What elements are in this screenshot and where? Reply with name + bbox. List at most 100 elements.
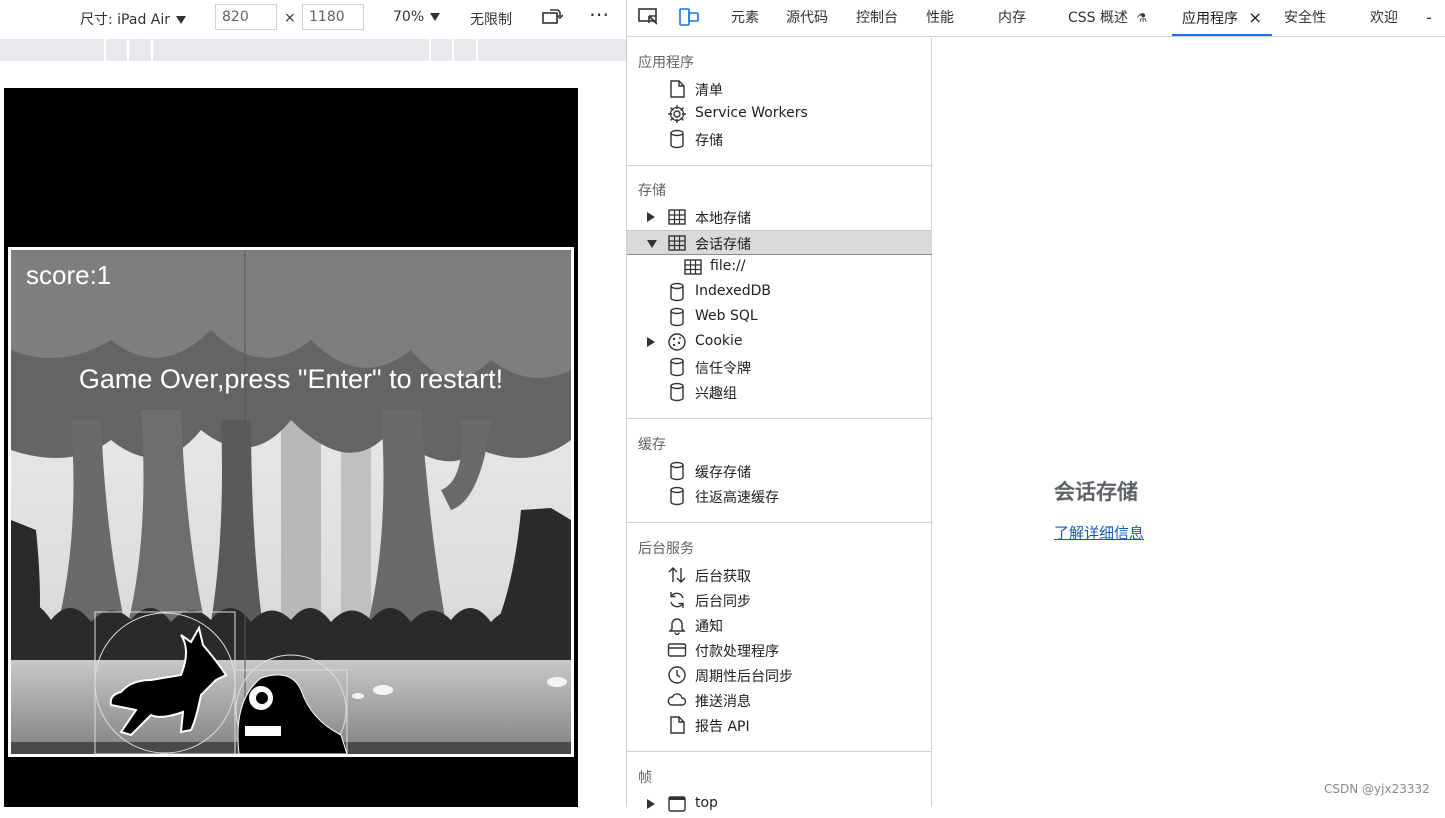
ruler-divider <box>151 39 153 61</box>
ruler-divider <box>476 39 478 61</box>
sidebar-item-label: top <box>695 795 718 811</box>
tab-sources[interactable]: 源代码 <box>786 0 828 36</box>
sidebar-item-interest-groups[interactable]: 兴趣组 <box>627 380 932 405</box>
chevron-down-icon[interactable] <box>647 240 657 248</box>
tab-console[interactable]: 控制台 <box>856 0 898 36</box>
sidebar-item-label: 本地存储 <box>695 211 751 227</box>
sidebar-item-notifications[interactable]: 通知 <box>627 613 932 638</box>
clock-icon <box>667 665 687 685</box>
sidebar-item-label: Cookie <box>695 333 743 349</box>
section-title-frames: 帧 <box>638 770 652 786</box>
section-divider <box>627 751 932 752</box>
sidebar-item-cache-storage[interactable]: 缓存存储 <box>627 459 932 484</box>
application-sidebar: 应用程序 清单 Service Workers 存储 存储 本地存储 会话存储 <box>627 38 932 812</box>
device-dimensions-dropdown[interactable]: 尺寸: iPad Air <box>80 9 187 29</box>
tab-welcome[interactable]: 欢迎 <box>1370 0 1398 36</box>
sidebar-item-periodic-background-sync[interactable]: 周期性后台同步 <box>627 663 932 688</box>
rotate-icon[interactable] <box>541 7 564 31</box>
sidebar-item-session-storage[interactable]: 会话存储 <box>627 230 932 255</box>
chevron-right-icon[interactable] <box>647 337 655 347</box>
sidebar-item-trust-tokens[interactable]: 信任令牌 <box>627 355 932 380</box>
game-canvas[interactable]: score:1 Game Over,press "Enter" to resta… <box>8 247 574 757</box>
device-toolbar: 尺寸: iPad Air 820 × 1180 70% 无限制 ⋯ <box>0 0 626 37</box>
device-dimensions-label: 尺寸: iPad Air <box>80 12 171 28</box>
game-score: score:1 <box>26 260 112 290</box>
section-divider <box>627 522 932 523</box>
throttle-dropdown[interactable]: 无限制 <box>470 9 512 29</box>
zoom-dropdown[interactable]: 70% <box>393 9 441 25</box>
section-divider <box>627 165 932 166</box>
sidebar-item-service-workers[interactable]: Service Workers <box>627 102 932 127</box>
database-icon <box>667 307 687 327</box>
sidebar-item-label: 付款处理程序 <box>695 644 779 660</box>
chevron-right-icon[interactable] <box>647 799 655 809</box>
devtools-panel: 元素 源代码 控制台 性能 内存 CSS 概述 ⚗ 应用程序 × 安全性 欢迎 … <box>626 0 1445 812</box>
frame-icon <box>667 794 687 814</box>
tab-performance[interactable]: 性能 <box>926 0 954 36</box>
sidebar-item-payment-handler[interactable]: 付款处理程序 <box>627 638 932 663</box>
sidebar-item-label: 周期性后台同步 <box>695 669 793 685</box>
sidebar-item-label: file:// <box>710 258 746 274</box>
sidebar-item-label: 后台获取 <box>695 569 751 585</box>
device-toggle-icon[interactable] <box>677 6 703 30</box>
devtools-tab-bar: 元素 源代码 控制台 性能 内存 CSS 概述 ⚗ 应用程序 × 安全性 欢迎 … <box>627 0 1445 37</box>
sidebar-item-label: 后台同步 <box>695 594 751 610</box>
sidebar-item-cookie[interactable]: Cookie <box>627 330 932 355</box>
sidebar-item-frame-top[interactable]: top <box>627 792 932 817</box>
database-icon <box>667 282 687 302</box>
learn-more-link[interactable]: 了解详细信息 <box>1054 522 1144 543</box>
arrows-updown-icon <box>667 565 687 585</box>
game-over-message: Game Over,press "Enter" to restart! <box>78 364 504 394</box>
more-tabs-icon[interactable]: - <box>1426 0 1432 36</box>
tab-memory[interactable]: 内存 <box>998 0 1026 36</box>
chevron-right-icon[interactable] <box>647 212 655 222</box>
database-icon <box>667 129 687 149</box>
table-icon <box>683 257 703 277</box>
sidebar-item-push-messaging[interactable]: 推送消息 <box>627 688 932 713</box>
tab-css-overview[interactable]: CSS 概述 ⚗ <box>1068 0 1147 36</box>
height-input[interactable]: 1180 <box>302 4 364 30</box>
sidebar-item-background-fetch[interactable]: 后台获取 <box>627 563 932 588</box>
sidebar-item-reporting-api[interactable]: 报告 API <box>627 713 932 738</box>
more-dots-icon[interactable]: ⋯ <box>589 2 610 26</box>
section-title-cache: 缓存 <box>638 437 666 453</box>
database-icon <box>667 486 687 506</box>
sidebar-item-indexeddb[interactable]: IndexedDB <box>627 280 932 305</box>
chevron-down-icon <box>176 16 187 24</box>
section-title-background-services: 后台服务 <box>638 541 694 557</box>
sidebar-item-web-sql[interactable]: Web SQL <box>627 305 932 330</box>
sidebar-item-storage-overview[interactable]: 存储 <box>627 127 932 152</box>
cookie-icon <box>667 332 687 352</box>
flask-icon: ⚗ <box>1136 11 1148 25</box>
sidebar-item-manifest[interactable]: 清单 <box>627 77 932 102</box>
media-query-ruler[interactable] <box>0 39 626 61</box>
tab-elements[interactable]: 元素 <box>731 0 759 36</box>
sidebar-item-label: Service Workers <box>695 105 808 121</box>
sidebar-item-back-forward-cache[interactable]: 往返高速缓存 <box>627 484 932 509</box>
sidebar-item-label: 通知 <box>695 619 723 635</box>
width-input[interactable]: 820 <box>215 4 277 30</box>
section-title-storage: 存储 <box>638 183 666 199</box>
inspect-element-icon[interactable] <box>637 6 663 30</box>
section-divider <box>627 418 932 419</box>
sidebar-item-session-storage-file[interactable]: file:// <box>627 255 932 280</box>
bell-icon <box>667 615 687 636</box>
card-icon <box>667 640 687 660</box>
tab-application[interactable]: 应用程序 × <box>1172 0 1272 36</box>
ruler-divider <box>429 39 431 61</box>
tab-application-label: 应用程序 <box>1182 11 1238 27</box>
close-icon[interactable]: × <box>1248 8 1261 27</box>
section-title-application: 应用程序 <box>638 55 694 71</box>
device-emulation-area: 尺寸: iPad Air 820 × 1180 70% 无限制 ⋯ score:… <box>0 0 626 807</box>
chevron-down-icon <box>430 13 441 21</box>
ruler-divider <box>127 39 129 61</box>
sidebar-item-local-storage[interactable]: 本地存储 <box>627 205 932 230</box>
tab-security[interactable]: 安全性 <box>1284 0 1326 36</box>
database-icon <box>667 382 687 402</box>
zoom-label: 70% <box>393 9 425 25</box>
enemy-monster <box>234 654 348 754</box>
sidebar-item-background-sync[interactable]: 后台同步 <box>627 588 932 613</box>
sidebar-item-label: 往返高速缓存 <box>695 490 779 506</box>
tab-css-overview-label: CSS 概述 <box>1068 10 1128 26</box>
database-icon <box>667 461 687 481</box>
